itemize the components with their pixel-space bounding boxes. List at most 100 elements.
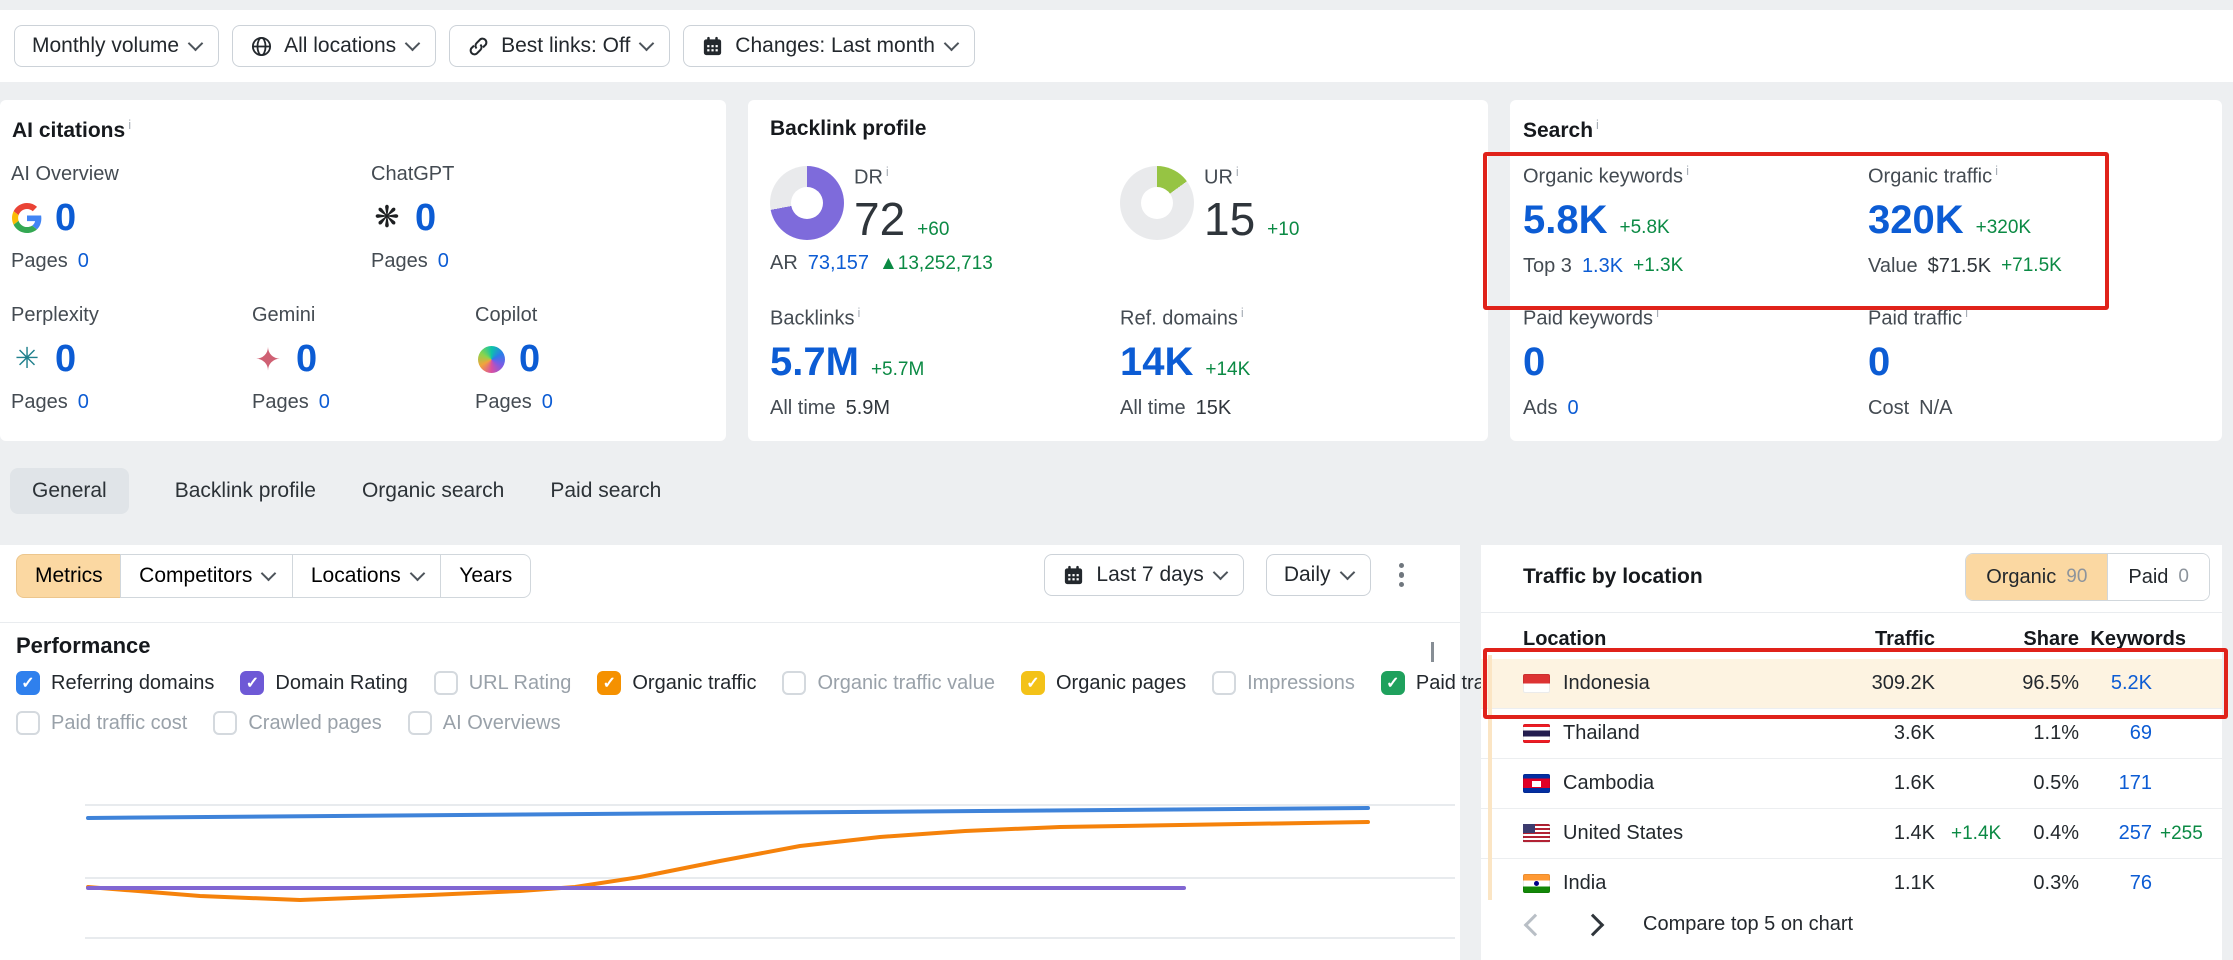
- table-row-indonesia[interactable]: Indonesia 309.2K 96.5% 5.2K: [1481, 659, 2222, 708]
- best-links-dropdown[interactable]: Best links: Off: [449, 25, 670, 67]
- report-tabs: General Backlink profile Organic search …: [10, 468, 661, 514]
- column-traffic[interactable]: Traffic: [1741, 628, 1935, 651]
- checkbox-crawled-pages[interactable]: ✓Crawled pages: [213, 711, 381, 735]
- info-icon[interactable]: i: [1596, 117, 1599, 132]
- search-title: Searchi: [1523, 117, 1599, 143]
- paid-keywords-value: 0: [1523, 340, 1545, 385]
- changes-label: Changes: Last month: [735, 34, 935, 58]
- keywords-link[interactable]: 76: [2130, 872, 2152, 894]
- ads-link[interactable]: 0: [1567, 397, 1578, 420]
- page-next-icon[interactable]: [1582, 913, 1605, 936]
- ar-link[interactable]: 73,157: [808, 252, 869, 275]
- compare-top5-button[interactable]: Compare top 5 on chart: [1643, 913, 1853, 936]
- organic-traffic-value[interactable]: 320K: [1868, 198, 1964, 243]
- chevron-down-icon: [1339, 565, 1355, 581]
- tab-paid-search[interactable]: Paid search: [550, 479, 661, 503]
- date-range-dropdown[interactable]: Last 7 days: [1044, 554, 1243, 596]
- column-share[interactable]: Share: [1935, 628, 2079, 651]
- segment-locations[interactable]: Locations: [292, 554, 442, 598]
- pages-link[interactable]: 0: [438, 250, 449, 273]
- checkbox-organic-traffic-value[interactable]: ✓Organic traffic value: [782, 671, 995, 695]
- keywords-link[interactable]: 171: [2119, 772, 2152, 794]
- info-icon[interactable]: i: [1236, 164, 1239, 179]
- provider-label: Copilot: [475, 304, 553, 327]
- pages-link[interactable]: 0: [319, 391, 330, 414]
- column-location[interactable]: Location: [1523, 628, 1741, 651]
- chevron-down-icon: [261, 566, 277, 582]
- tab-backlink-profile[interactable]: Backlink profile: [175, 479, 316, 503]
- pages-link[interactable]: 0: [78, 250, 89, 273]
- table-row-thailand[interactable]: Thailand 3.6K 1.1% 69: [1481, 708, 2222, 758]
- pages-link[interactable]: 0: [78, 391, 89, 414]
- tab-general[interactable]: General: [10, 468, 129, 514]
- more-options-icon[interactable]: [1393, 557, 1411, 594]
- chatgpt-stat: ChatGPT ❋ 0 Pages0: [371, 163, 454, 273]
- tab-organic-search[interactable]: Organic search: [362, 479, 504, 503]
- calendar-icon: [701, 35, 724, 58]
- locations-dropdown[interactable]: All locations: [232, 25, 436, 67]
- checkbox-impressions[interactable]: ✓Impressions: [1212, 671, 1355, 695]
- granularity-dropdown[interactable]: Daily: [1266, 554, 1371, 596]
- page-prev-icon[interactable]: [1524, 913, 1547, 936]
- google-icon: [11, 202, 43, 234]
- checkbox-organic-traffic[interactable]: ✓Organic traffic: [597, 671, 756, 695]
- checkbox-url-rating[interactable]: ✓URL Rating: [434, 671, 572, 695]
- granularity-label: Daily: [1284, 563, 1331, 587]
- provider-label: Perplexity: [11, 304, 99, 327]
- checkbox-ai-overviews[interactable]: ✓AI Overviews: [408, 711, 561, 735]
- changes-dropdown[interactable]: Changes: Last month: [683, 25, 975, 67]
- citations-count: 0: [296, 338, 317, 381]
- toggle-paid[interactable]: Paid0: [2107, 554, 2209, 600]
- segment-years[interactable]: Years: [440, 554, 531, 598]
- column-keywords[interactable]: Keywords: [2079, 628, 2186, 651]
- pages-label: Pages: [11, 391, 68, 414]
- checkbox-organic-pages[interactable]: ✓Organic pages: [1021, 671, 1186, 695]
- top3-link[interactable]: 1.3K: [1582, 255, 1623, 278]
- checkbox-box: ✓: [1021, 671, 1045, 695]
- ur-delta: +10: [1267, 219, 1299, 241]
- globe-icon: [250, 35, 273, 58]
- segment-competitors[interactable]: Competitors: [120, 554, 293, 598]
- keywords-link[interactable]: 69: [2130, 722, 2152, 744]
- checkbox-domain-rating[interactable]: ✓Domain Rating: [240, 671, 407, 695]
- chevron-down-icon: [1213, 565, 1229, 581]
- ref-domains-value[interactable]: 14K: [1120, 340, 1193, 385]
- copilot-stat: Copilot 0 Pages0: [475, 304, 553, 414]
- traffic-table: Location Traffic Share Keywords Indonesi…: [1481, 619, 2222, 908]
- table-row-cambodia[interactable]: Cambodia 1.6K 0.5% 171: [1481, 758, 2222, 808]
- performance-panel: Metrics Competitors Locations Years Last…: [0, 545, 1460, 960]
- info-icon[interactable]: i: [886, 164, 889, 179]
- keywords-link[interactable]: 5.2K: [2111, 672, 2152, 694]
- info-icon[interactable]: i: [128, 117, 131, 132]
- dr-score: DRi 72+60: [854, 164, 949, 246]
- info-icon[interactable]: i: [1656, 305, 1659, 320]
- toggle-organic[interactable]: Organic90: [1966, 554, 2107, 600]
- collapse-section-icon[interactable]: [1431, 645, 1434, 663]
- info-icon[interactable]: i: [857, 305, 860, 320]
- ur-value: 15: [1204, 192, 1255, 246]
- performance-title: Performance: [16, 633, 151, 659]
- table-row-united-states[interactable]: United States 1.4K+1.4K 0.4% 257+255: [1481, 808, 2222, 858]
- flag-united-states-icon: [1523, 824, 1550, 843]
- info-icon[interactable]: i: [1686, 163, 1689, 178]
- pages-link[interactable]: 0: [542, 391, 553, 414]
- checkbox-box: ✓: [597, 671, 621, 695]
- backlink-profile-card: Backlink profile DRi 72+60 AR 73,157 ▲13…: [748, 100, 1488, 441]
- paid-traffic-value: 0: [1868, 340, 1890, 385]
- flag-india-icon: [1523, 874, 1550, 893]
- info-icon[interactable]: i: [1995, 163, 1998, 178]
- segment-metrics[interactable]: Metrics: [16, 554, 122, 598]
- organic-keywords-value[interactable]: 5.8K: [1523, 198, 1608, 243]
- table-row-india[interactable]: India 1.1K 0.3% 76: [1481, 858, 2222, 908]
- date-range-label: Last 7 days: [1096, 563, 1203, 587]
- checkbox-paid-traffic-cost[interactable]: ✓Paid traffic cost: [16, 711, 187, 735]
- ref-domains-metric: Ref. domainsi 14K+14K All time15K: [1120, 305, 1250, 420]
- pages-label: Pages: [252, 391, 309, 414]
- info-icon[interactable]: i: [1241, 305, 1244, 320]
- info-icon[interactable]: i: [1965, 305, 1968, 320]
- checkbox-referring-domains[interactable]: ✓Referring domains: [16, 671, 214, 695]
- backlinks-value[interactable]: 5.7M: [770, 340, 859, 385]
- keywords-link[interactable]: 257: [2119, 822, 2152, 844]
- monthly-volume-dropdown[interactable]: Monthly volume: [14, 25, 219, 67]
- traffic-by-location-title: Traffic by location: [1523, 565, 1703, 589]
